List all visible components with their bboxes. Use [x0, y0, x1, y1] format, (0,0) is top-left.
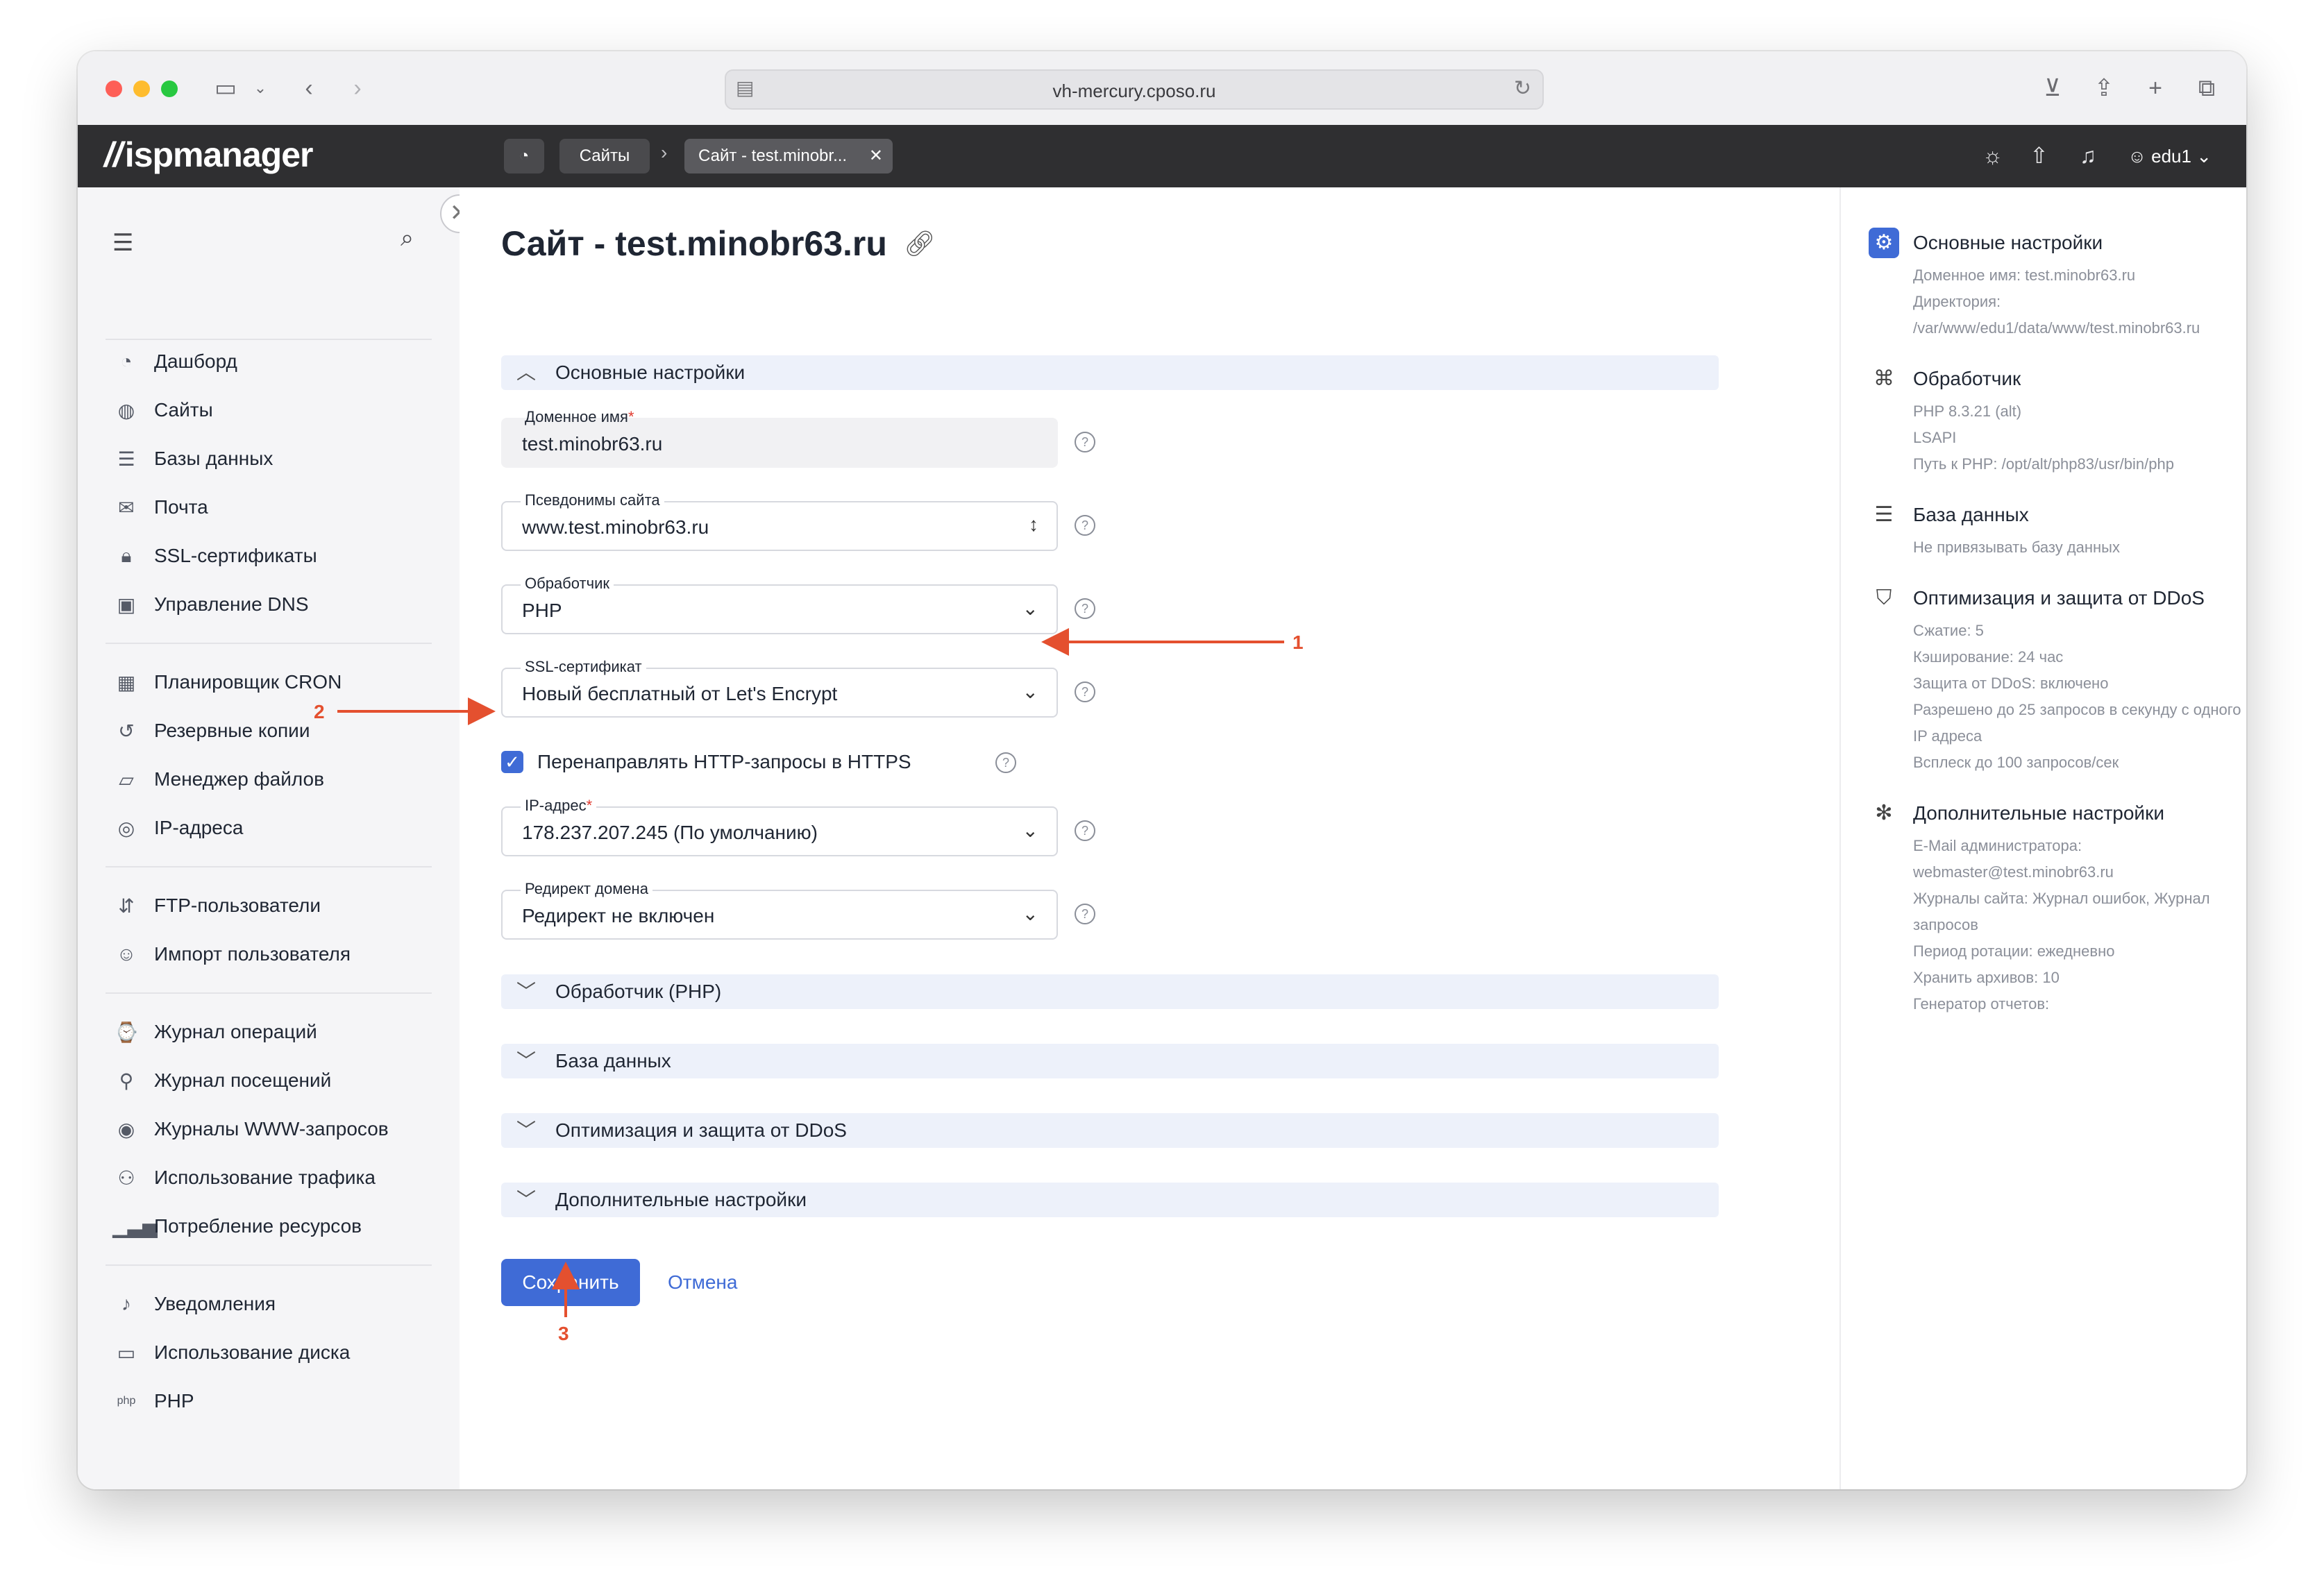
annotation-number-3: 3: [558, 1323, 569, 1344]
annotation-number-1: 1: [1292, 632, 1304, 653]
annotation-number-2: 2: [314, 701, 325, 722]
annotation-overlay: [337, 628, 1284, 1317]
